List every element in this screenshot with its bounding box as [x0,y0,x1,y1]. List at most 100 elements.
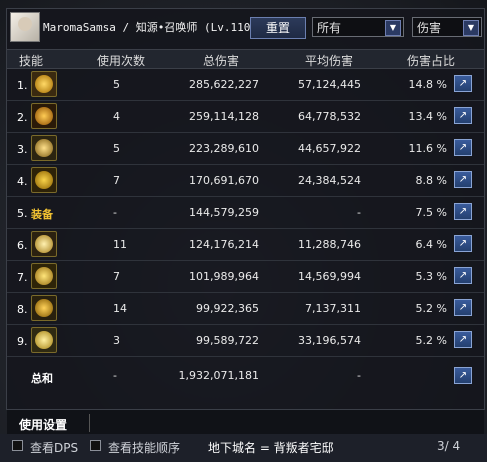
summary-avg: - [357,369,361,382]
damage-pct: 14.8 % [408,78,447,91]
equipment-label: 装备 [31,208,53,221]
share-icon[interactable]: ↗ [454,299,472,316]
skill-icon [31,327,57,353]
damage-pct: 6.4 % [415,238,447,251]
uses: 4 [113,110,120,123]
col-avg: 平均伤害 [305,54,354,68]
col-pct: 伤害占比 [407,54,456,68]
usage-settings-tab[interactable]: 使用设置 [19,416,67,433]
character-title: MaromaSamsa / 知源•召唤师 (Lv.110) [43,21,257,34]
col-total: 总伤害 [203,54,240,68]
show-dps-label: 查看DPS [30,441,79,455]
reset-button[interactable]: 重置 [250,17,306,39]
avg-damage: 11,288,746 [298,238,361,251]
avg-damage: 24,384,524 [298,174,361,187]
panel-header: MaromaSamsa / 知源•召唤师 (Lv.110) 重置 所有 ▼ 伤害… [7,9,484,45]
share-icon[interactable]: ↗ [454,267,472,284]
share-icon[interactable]: ↗ [454,331,472,348]
skill-icon [31,295,57,321]
show-order-label: 查看技能顺序 [108,441,181,455]
col-skill: 技能 [19,54,44,68]
total-damage: 101,989,964 [189,270,259,283]
avatar [10,12,40,42]
uses: 11 [113,238,127,251]
table-row: 3. 5 223,289,610 44,657,922 11.6 % ↗ [7,133,484,164]
summary-total: 1,932,071,181 [178,369,259,382]
share-icon[interactable]: ↗ [454,107,472,124]
skill-icon [31,231,57,257]
row-rank: 2. [17,111,28,124]
total-damage: 170,691,670 [189,174,259,187]
table-row: 1. 5 285,622,227 57,124,445 14.8 % ↗ [7,69,484,100]
uses: 14 [113,302,127,315]
table-row: 4. 7 170,691,670 24,384,524 8.8 % ↗ [7,165,484,196]
avg-damage: 14,569,994 [298,270,361,283]
metric-select-value: 伤害 [417,21,442,35]
skill-icon [31,103,57,129]
damage-pct: 7.5 % [415,206,447,219]
share-icon[interactable]: ↗ [454,367,472,384]
total-damage: 124,176,214 [189,238,259,251]
filter-select-value: 所有 [317,21,342,35]
skill-icon [31,167,57,193]
avg-damage: 7,137,311 [305,302,361,315]
total-damage: 285,622,227 [189,78,259,91]
damage-stats-panel: MaromaSamsa / 知源•召唤师 (Lv.110) 重置 所有 ▼ 伤害… [6,8,485,438]
uses: - [113,206,117,219]
show-dps-checkbox[interactable] [12,440,23,451]
bottom-bar: 查看DPS 查看技能顺序 地下城名 = 背叛者宅邸 3/ 4 [0,434,487,462]
total-damage: 144,579,259 [189,206,259,219]
share-icon[interactable]: ↗ [454,139,472,156]
share-icon[interactable]: ↗ [454,203,472,220]
metric-select[interactable]: 伤害 ▼ [412,17,482,37]
uses: 5 [113,142,120,155]
table-header: 技能 使用次数 总伤害 平均伤害 伤害占比 [7,49,484,69]
row-rank: 9. [17,335,28,348]
share-icon[interactable]: ↗ [454,171,472,188]
uses: 5 [113,78,120,91]
damage-pct: 11.6 % [408,142,447,155]
row-rank: 4. [17,175,28,188]
divider [89,414,90,432]
avg-damage: 44,657,922 [298,142,361,155]
total-damage: 99,922,365 [196,302,259,315]
damage-pct: 5.3 % [415,270,447,283]
uses: 7 [113,174,120,187]
table-row: 2. 4 259,114,128 64,778,532 13.4 % ↗ [7,101,484,132]
avg-damage: - [357,206,361,219]
uses: 7 [113,270,120,283]
show-order-checkbox[interactable] [90,440,101,451]
row-rank: 5. [17,207,28,220]
table-row: 8. 14 99,922,365 7,137,311 5.2 % ↗ [7,293,484,324]
avg-damage: 57,124,445 [298,78,361,91]
table-row: 5. 装备 - 144,579,259 - 7.5 % ↗ [7,197,484,228]
summary-uses: - [113,369,117,382]
share-icon[interactable]: ↗ [454,75,472,92]
chevron-down-icon[interactable]: ▼ [463,20,479,36]
skill-icon [31,263,57,289]
skill-icon [31,135,57,161]
avg-damage: 64,778,532 [298,110,361,123]
total-damage: 223,289,610 [189,142,259,155]
dungeon-location: 地下城名 = 背叛者宅邸 [208,441,334,455]
skill-icon [31,71,57,97]
table-row: 9. 3 99,589,722 33,196,574 5.2 % ↗ [7,325,484,356]
table-row: 7. 7 101,989,964 14,569,994 5.3 % ↗ [7,261,484,292]
damage-pct: 5.2 % [415,334,447,347]
uses: 3 [113,334,120,347]
chevron-down-icon[interactable]: ▼ [385,20,401,36]
page-indicator: 3/ 4 [437,439,461,453]
row-rank: 8. [17,303,28,316]
row-rank: 1. [17,79,28,92]
filter-select[interactable]: 所有 ▼ [312,17,404,37]
avg-damage: 33,196,574 [298,334,361,347]
row-rank: 6. [17,239,28,252]
share-icon[interactable]: ↗ [454,235,472,252]
summary-label: 总和 [31,372,53,385]
table-row: 6. 11 124,176,214 11,288,746 6.4 % ↗ [7,229,484,260]
summary-row: 总和 - 1,932,071,181 - ↗ [7,357,484,393]
damage-pct: 8.8 % [415,174,447,187]
col-uses: 使用次数 [97,54,146,68]
total-damage: 259,114,128 [189,110,259,123]
total-damage: 99,589,722 [196,334,259,347]
